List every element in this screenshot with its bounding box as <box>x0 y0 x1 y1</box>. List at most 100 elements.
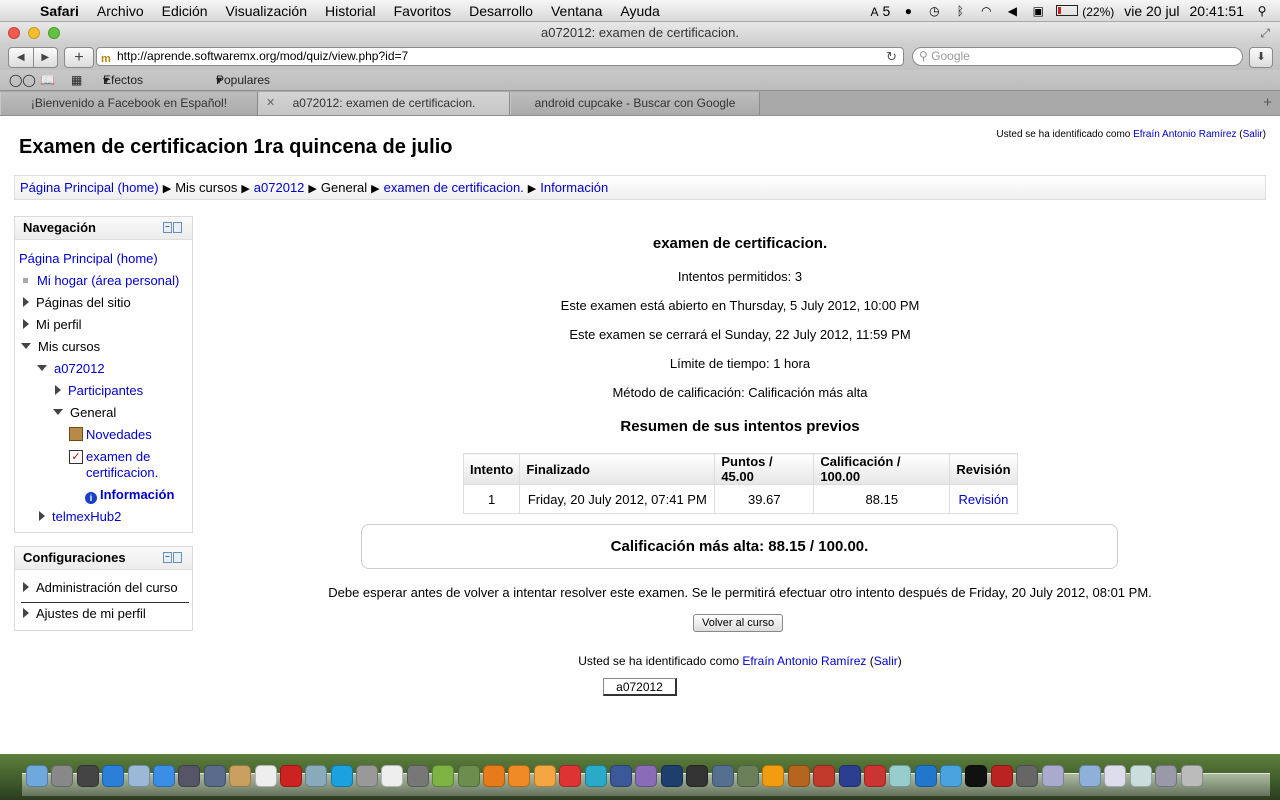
search-field[interactable]: ⚲ Google <box>912 47 1243 66</box>
browser-icon[interactable] <box>838 765 861 787</box>
applications-folder-icon[interactable] <box>1079 765 1102 787</box>
bookmark-populares[interactable]: Populares ▾ <box>216 70 270 90</box>
automator-icon[interactable] <box>406 765 429 787</box>
x11-icon[interactable] <box>203 765 226 787</box>
minimize-window-button[interactable] <box>28 27 40 39</box>
finder-icon[interactable] <box>26 765 48 787</box>
firefox-alt-icon[interactable] <box>508 765 531 787</box>
settings-item-profile[interactable]: Ajustes de mi perfil <box>23 606 146 621</box>
safari-icon[interactable] <box>152 765 175 787</box>
fullscreen-icon[interactable]: ⤢ <box>1260 22 1270 44</box>
app-icon[interactable] <box>635 765 658 787</box>
breadcrumb-info[interactable]: Información <box>540 180 608 195</box>
top-sites-grid-icon[interactable]: ▦ <box>71 70 82 90</box>
virtualbox-icon[interactable] <box>305 765 328 787</box>
nav-item-news[interactable]: Novedades <box>69 427 152 442</box>
breadcrumb-course[interactable]: a072012 <box>254 180 305 195</box>
forward-button[interactable]: ▶ <box>34 48 58 67</box>
photo-icon[interactable] <box>457 765 480 787</box>
back-to-course-button[interactable]: Volver al curso <box>693 614 784 632</box>
script-editor-icon[interactable] <box>1041 765 1064 787</box>
nav-item-my-courses[interactable]: Mis cursos <box>21 339 100 354</box>
nav-item-info[interactable]: i Información <box>85 487 174 504</box>
menu-ventana[interactable]: Ventana <box>542 3 611 19</box>
zoom-window-button[interactable] <box>48 27 60 39</box>
reading-list-icon[interactable]: ◯◯ <box>9 70 36 90</box>
menu-historial[interactable]: Historial <box>316 3 385 19</box>
menu-visualizacion[interactable]: Visualización <box>217 3 316 19</box>
collapse-block-icon[interactable]: – <box>163 222 172 233</box>
game-icon[interactable] <box>787 765 810 787</box>
stack-icon[interactable] <box>1155 765 1178 787</box>
launchpad-icon[interactable] <box>51 765 74 787</box>
menu-archivo[interactable]: Archivo <box>88 3 153 19</box>
menu-edicion[interactable]: Edición <box>153 3 217 19</box>
unity-icon[interactable] <box>686 765 709 787</box>
tab-google-search[interactable]: android cupcake - Buscar con Google <box>510 92 760 115</box>
settings-item-course-admin[interactable]: Administración del curso <box>23 580 178 595</box>
angry-birds-icon[interactable] <box>813 765 836 787</box>
tab-facebook[interactable]: ¡Bienvenido a Facebook en Español! <box>0 92 258 115</box>
keyboard-icon[interactable]: ▣ <box>1030 4 1046 18</box>
nav-item-myhome[interactable]: Mi hogar (área personal) <box>21 273 179 288</box>
adobe-status-item[interactable]: A5 <box>867 3 891 19</box>
footer-logout-link[interactable]: Salir <box>874 654 898 668</box>
menu-ayuda[interactable]: Ayuda <box>611 3 668 19</box>
address-bar[interactable]: m http://aprende.softwaremx.org/mod/quiz/… <box>96 47 904 66</box>
breadcrumb-quiz[interactable]: examen de certificacion. <box>384 180 524 195</box>
close-window-button[interactable] <box>8 27 20 39</box>
spotlight-icon[interactable]: ⚲ <box>1254 4 1270 18</box>
growl-icon[interactable]: ● <box>900 4 916 18</box>
user-profile-link[interactable]: Efraín Antonio Ramírez <box>1133 129 1236 140</box>
volume-icon[interactable]: ◀ <box>1004 4 1020 18</box>
twitter-icon[interactable] <box>940 765 963 787</box>
skype-icon[interactable] <box>330 765 353 787</box>
bluetooth-icon[interactable]: ᛒ <box>952 4 968 18</box>
textedit-icon[interactable] <box>381 765 404 787</box>
address-book-icon[interactable] <box>229 765 252 787</box>
wifi-icon[interactable]: ◠ <box>978 4 994 18</box>
menu-favoritos[interactable]: Favoritos <box>385 3 461 19</box>
photo-booth-icon[interactable] <box>990 765 1013 787</box>
bookmark-efectos-android[interactable]: Efectos Android ▾ <box>103 70 144 107</box>
photo-2-icon[interactable] <box>736 765 759 787</box>
collapse-block-icon[interactable]: – <box>163 552 172 563</box>
acrobat-icon[interactable] <box>559 765 582 787</box>
review-link[interactable]: Revisión <box>958 492 1008 507</box>
nav-item-participants[interactable]: Participantes <box>55 383 143 398</box>
bookmarks-book-icon[interactable]: 📖 <box>40 70 55 90</box>
nav-item-general[interactable]: General <box>53 405 116 420</box>
calendar-icon[interactable] <box>254 765 277 787</box>
tab-quiz[interactable]: ✕ a072012: examen de certificacion. <box>258 92 510 115</box>
nav-item-course[interactable]: a072012 <box>37 361 105 376</box>
nav-item-home[interactable]: Página Principal (home) <box>19 251 158 266</box>
system-preferences-icon[interactable] <box>1016 765 1039 787</box>
image-capture-icon[interactable] <box>178 765 201 787</box>
photoshop-icon[interactable] <box>660 765 683 787</box>
nav-item-site-pages[interactable]: Páginas del sitio <box>23 295 131 310</box>
downloads-button[interactable]: ⬇ <box>1249 47 1273 68</box>
vmware-icon[interactable] <box>711 765 734 787</box>
close-tab-icon[interactable]: ✕ <box>266 92 275 115</box>
dock-block-icon[interactable] <box>173 222 182 233</box>
dock-block-icon[interactable] <box>173 552 182 563</box>
facebook-icon[interactable] <box>609 765 632 787</box>
app-store-icon[interactable] <box>102 765 125 787</box>
battery-status[interactable]: (22%) <box>1056 3 1114 19</box>
documents-stack-icon[interactable] <box>1104 765 1127 787</box>
app-red-icon[interactable] <box>863 765 886 787</box>
network-icon[interactable] <box>584 765 607 787</box>
back-button[interactable]: ◀ <box>9 48 34 67</box>
terminal-icon[interactable] <box>965 765 988 787</box>
itunes-icon[interactable] <box>914 765 937 787</box>
preview-icon[interactable] <box>127 765 150 787</box>
android-icon[interactable] <box>432 765 455 787</box>
time-machine-icon[interactable]: ◷ <box>926 4 942 18</box>
url-text[interactable]: http://aprende.softwaremx.org/mod/quiz/v… <box>117 49 408 63</box>
reload-icon[interactable]: ↻ <box>886 48 897 65</box>
vlc-icon[interactable] <box>762 765 785 787</box>
mission-control-icon[interactable] <box>76 765 99 787</box>
firefox-icon[interactable] <box>483 765 506 787</box>
menu-app-safari[interactable]: Safari <box>38 3 88 19</box>
menu-desarrollo[interactable]: Desarrollo <box>460 3 542 19</box>
